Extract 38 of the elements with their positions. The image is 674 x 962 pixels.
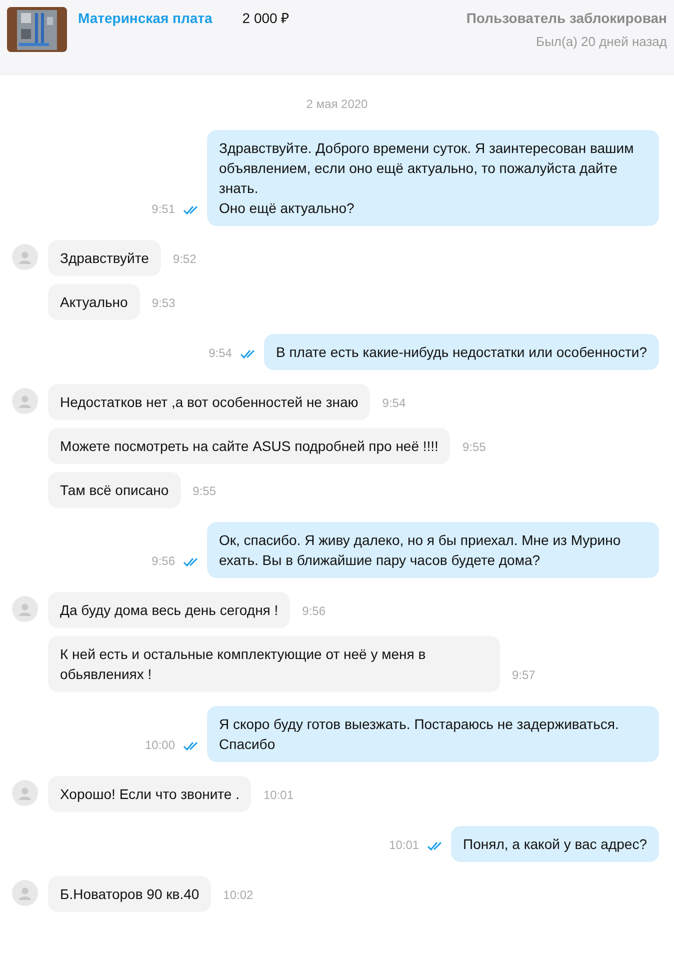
message-time: 9:56: [302, 603, 326, 620]
message-time: 9:52: [172, 251, 196, 268]
message-time: 9:54: [208, 345, 232, 362]
last-seen: Был(а) 20 дней назад: [536, 33, 667, 51]
message-time: 9:56: [152, 553, 175, 570]
message-bubble: Можете посмотреть на сайте ASUS подробней про неё !!!!: [48, 428, 450, 464]
person-icon: [19, 394, 31, 408]
message-time: 9:55: [462, 439, 486, 456]
listing-title-link[interactable]: Материнская плата: [78, 8, 212, 29]
message-bubble: Я скоро буду готов выезжать. Постараюсь не задерживаться. Спасибо: [207, 706, 659, 762]
person-icon: [19, 786, 31, 800]
message-bubble: Недостатков нет ,а вот особенностей не знаю: [48, 384, 370, 420]
person-icon: [19, 250, 31, 264]
message-bubble: Актуально: [48, 284, 140, 320]
message-bubble: Понял, а какой у вас адрес?: [451, 826, 659, 862]
message-bubble: Здравствуйте. Доброго времени суток. Я заинтересован вашим объявлением, если оно ещё актуально, то пожалуйста дайте знать. Оно ещё актуально?: [207, 130, 659, 226]
message-bubble: К ней есть и остальные комплектующие от неё у меня в обьявлениях !: [48, 636, 500, 692]
message-bubble: Да буду дома весь день сегодня !: [48, 592, 290, 628]
message-bubble: Там всё описано: [48, 472, 181, 508]
user-status: Пользователь заблокирован: [466, 9, 667, 28]
message-time: 9:57: [512, 667, 536, 684]
message-bubble: Ок, спасибо. Я живу далеко, но я бы приехал. Мне из Мурино ехать. Вы в ближайшие пару часов будете дома?: [207, 522, 659, 578]
message-time: 9:54: [382, 395, 406, 412]
message-time: 10:00: [144, 737, 175, 754]
message-bubble: В плате есть какие-нибудь недостатки или особенности?: [264, 334, 659, 370]
message-bubble: Здравствуйте: [48, 240, 161, 276]
person-icon: [19, 602, 31, 616]
message-time: 10:02: [223, 887, 254, 904]
message-bubble: Хорошо! Если что звоните .: [48, 776, 252, 812]
date-divider: 2 мая 2020: [306, 96, 368, 113]
message-time: 9:55: [192, 483, 216, 500]
message-time: 10:01: [389, 837, 420, 854]
message-time: 9:53: [152, 295, 176, 312]
message-bubble: Б.Новаторов 90 кв.40: [48, 876, 212, 912]
listing-price: 2 000 ₽: [242, 9, 290, 28]
message-time: 9:51: [152, 201, 175, 218]
message-time: 10:01: [263, 787, 294, 804]
person-icon: [19, 886, 31, 900]
